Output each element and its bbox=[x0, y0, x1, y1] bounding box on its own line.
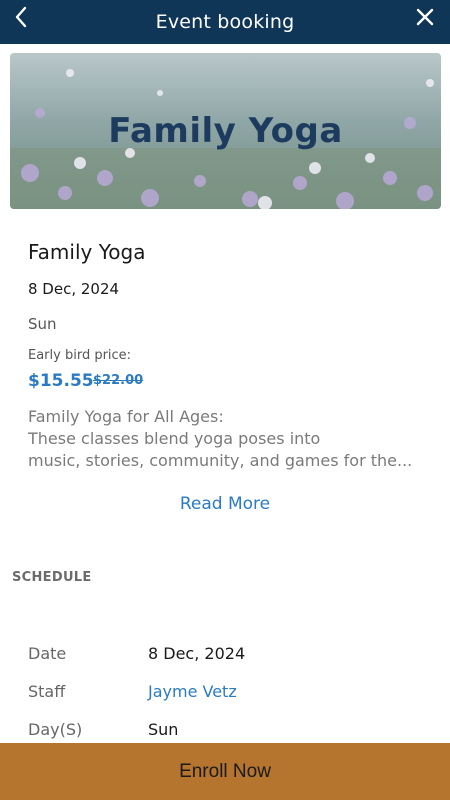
event-description: Family Yoga for All Ages: These classes … bbox=[28, 406, 428, 472]
event-name: Family Yoga bbox=[28, 240, 146, 264]
event-date: 8 Dec, 2024 bbox=[28, 280, 120, 298]
event-day: Sun bbox=[28, 315, 57, 333]
original-price: $22.00 bbox=[93, 373, 144, 388]
schedule-date-value: 8 Dec, 2024 bbox=[148, 644, 246, 663]
early-bird-label: Early bird price: bbox=[28, 348, 132, 363]
close-icon[interactable] bbox=[412, 4, 438, 30]
schedule-staff-link[interactable]: Jayme Vetz bbox=[148, 682, 237, 701]
read-more-link[interactable]: Read More bbox=[0, 494, 450, 514]
schedule-staff-label: Staff bbox=[28, 682, 66, 701]
early-bird-price: $15.55 bbox=[28, 371, 94, 391]
chevron-left-icon[interactable] bbox=[8, 2, 34, 32]
enroll-now-button[interactable]: Enroll Now bbox=[0, 743, 450, 800]
schedule-days-value: Sun bbox=[148, 720, 179, 739]
page-title: Event booking bbox=[155, 11, 295, 33]
hero-title: Family Yoga bbox=[108, 111, 343, 151]
event-hero-image: Family Yoga bbox=[10, 53, 441, 209]
description-line: music, stories, community, and games for… bbox=[28, 451, 413, 470]
description-line: Family Yoga for All Ages: bbox=[28, 407, 224, 426]
schedule-days-label: Day(S) bbox=[28, 720, 83, 739]
description-line: These classes blend yoga poses into bbox=[28, 429, 321, 448]
schedule-date-label: Date bbox=[28, 644, 67, 663]
schedule-heading: SCHEDULE bbox=[12, 570, 92, 585]
header-bar: Event booking bbox=[0, 0, 450, 44]
